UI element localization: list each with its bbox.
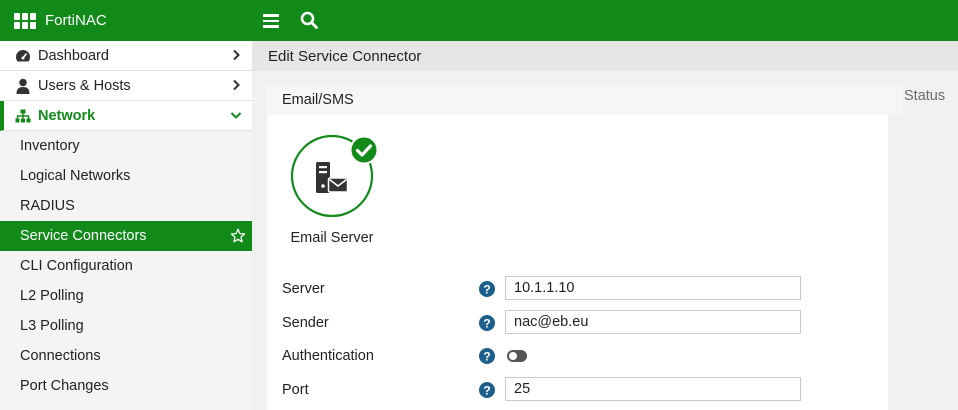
chevron-right-icon [233,79,240,91]
authentication-label: Authentication [282,348,374,364]
svg-text:?: ? [483,384,490,398]
sidebar-item-label: Dashboard [38,47,109,64]
sidebar-item-connections[interactable]: Connections [0,341,252,371]
help-icon[interactable]: ? [479,348,495,364]
chevron-down-icon [230,112,242,119]
sidebar-item-label: Users & Hosts [38,77,131,94]
page-title: Edit Service Connector [268,47,422,65]
sidebar-item-service-connectors[interactable]: Service Connectors [0,221,252,251]
top-bar: FortiNAC [0,0,958,41]
status-label: Status [904,88,946,104]
search-icon[interactable] [300,11,318,29]
sidebar-item-label: Port Changes [20,378,109,394]
sidebar-item-label: L3 Polling [20,318,84,334]
network-icon [14,107,32,125]
brand-name: FortiNAC [45,12,107,29]
help-icon[interactable]: ? [479,315,495,331]
svg-text:?: ? [483,317,490,331]
sidebar: Dashboard Users & Hosts Network Inventor… [0,41,252,410]
help-icon[interactable]: ? [479,281,495,297]
sidebar-item-l3-polling[interactable]: L3 Polling [0,311,252,341]
server-label: Server [282,281,325,297]
authentication-toggle[interactable] [507,350,527,362]
menu-icon[interactable] [263,11,279,29]
sidebar-item-label: L2 Polling [20,288,84,304]
sender-label: Sender [282,315,329,331]
sidebar-item-port-changes[interactable]: Port Changes [0,371,252,401]
connector-panel: Email Server Server ? Sender ? Authentic… [267,115,888,410]
tab-label: Email/SMS [282,92,354,108]
sidebar-item-label: Network [38,107,96,124]
sidebar-item-label: RADIUS [20,198,75,214]
sidebar-item-label: CLI Configuration [20,258,133,274]
help-icon[interactable]: ? [479,382,495,398]
sidebar-item-dashboard[interactable]: Dashboard [0,41,252,71]
svg-text:?: ? [483,350,490,364]
server-input[interactable] [505,276,801,300]
star-icon[interactable] [230,228,246,244]
sidebar-item-radius[interactable]: RADIUS [0,191,252,221]
user-icon [14,77,32,95]
brand[interactable]: FortiNAC [14,0,107,41]
sidebar-item-cli-configuration[interactable]: CLI Configuration [0,251,252,281]
sidebar-item-label: Inventory [20,138,80,154]
dashboard-icon [14,47,32,65]
fortinac-logo-icon [14,12,36,29]
sidebar-item-inventory[interactable]: Inventory [0,131,252,161]
port-label: Port [282,382,309,398]
check-icon [349,135,379,165]
sidebar-item-logical-networks[interactable]: Logical Networks [0,161,252,191]
chevron-right-icon [233,49,240,61]
sidebar-item-label: Logical Networks [20,168,131,184]
connector-name: Email Server [290,230,374,246]
sidebar-item-network[interactable]: Network [0,101,252,131]
toggle-knob [509,352,517,360]
sidebar-item-users-hosts[interactable]: Users & Hosts [0,71,252,101]
tab-email-sms[interactable]: Email/SMS [267,85,903,115]
port-input[interactable] [505,377,801,401]
sidebar-item-label: Connections [20,348,101,364]
page-header: Edit Service Connector [252,41,958,71]
sidebar-item-label: Service Connectors [20,228,147,244]
sender-input[interactable] [505,310,801,334]
sidebar-item-l2-polling[interactable]: L2 Polling [0,281,252,311]
svg-text:?: ? [483,283,490,297]
main-content: Edit Service Connector Status Email/SMS … [252,41,958,410]
